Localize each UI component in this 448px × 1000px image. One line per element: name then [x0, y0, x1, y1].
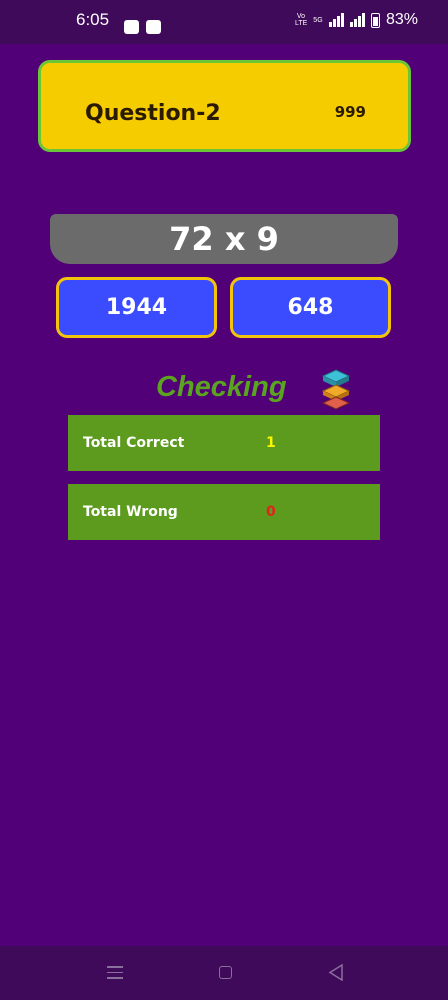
total-wrong-row: Total Wrong 0 — [68, 484, 380, 540]
checking-label: Checking — [156, 371, 287, 403]
question-timer: 999 — [334, 103, 366, 121]
menu-icon[interactable] — [107, 966, 123, 980]
question-card: Question-2 999 — [38, 60, 411, 152]
navigation-bar — [0, 946, 448, 1000]
network-type: 5G — [313, 16, 323, 24]
answer-button-2[interactable]: 648 — [230, 277, 391, 338]
volte-indicator: Vo LTE — [294, 13, 308, 27]
total-correct-label: Total Correct — [83, 435, 185, 451]
paytm-icon — [146, 20, 161, 34]
status-indicators: Vo LTE 5G 83% — [295, 11, 418, 29]
status-bar: 6:05 Vo LTE 5G 83% — [0, 0, 448, 44]
signal-icon — [328, 13, 344, 27]
problem-banner: 72 x 9 — [50, 214, 398, 264]
total-wrong-label: Total Wrong — [83, 504, 178, 520]
total-wrong-value: 0 — [266, 504, 276, 520]
signal-icon-2 — [349, 13, 365, 27]
battery-icon — [370, 12, 380, 28]
home-icon[interactable] — [219, 966, 232, 979]
status-time: 6:05 — [76, 10, 110, 29]
notification-icon — [124, 20, 139, 34]
problem-expression: 72 x 9 — [169, 220, 279, 258]
total-correct-value: 1 — [266, 435, 276, 451]
stack-icon — [321, 369, 351, 410]
total-correct-row: Total Correct 1 — [68, 415, 380, 471]
answer-button-1[interactable]: 1944 — [56, 277, 217, 338]
question-title: Question-2 — [85, 101, 221, 126]
battery-percent: 83% — [385, 11, 418, 28]
back-icon[interactable] — [328, 964, 344, 981]
